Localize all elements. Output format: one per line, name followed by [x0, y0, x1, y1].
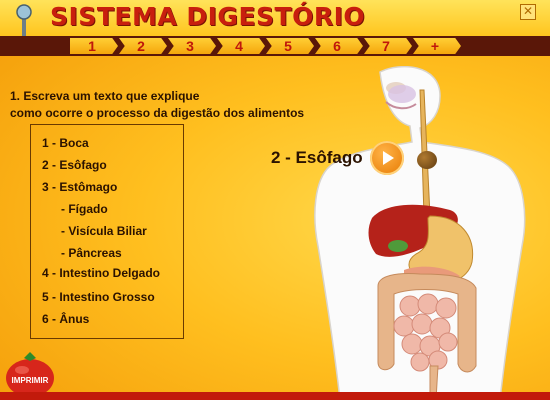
nav-tab-label: + [430, 38, 440, 54]
nav-tab-7[interactable]: 7 [364, 38, 412, 54]
nav-tab-label: 7 [382, 38, 390, 54]
question-line-1: 1. Escreva um texto que explique [10, 89, 200, 103]
question-line-2: como ocorre o processo da digestão dos a… [10, 106, 305, 120]
nav-tab-5[interactable]: 5 [266, 38, 314, 54]
nav-tab-label: 1 [88, 38, 96, 54]
nav-tab-label: 3 [186, 38, 194, 54]
nav-tab-label: 6 [333, 38, 341, 54]
organ-item-pancreas[interactable]: - Pâncreas [61, 246, 122, 260]
organ-item-intestino-delgado[interactable]: 4 - Intestino Delgado [42, 266, 160, 280]
organ-item-figado[interactable]: - Fígado [61, 202, 108, 216]
app-title: SISTEMA DIGESTÓRIO [50, 2, 366, 31]
selected-organ-label: 2 - Esôfago [271, 148, 363, 167]
nav-tab-2[interactable]: 2 [119, 38, 167, 54]
organ-item-estomago[interactable]: 3 - Estômago [42, 180, 117, 194]
organ-item-anus[interactable]: 6 - Ânus [42, 312, 89, 326]
nav-tab-label: 5 [284, 38, 292, 54]
close-button[interactable]: ✕ [520, 4, 536, 20]
tomato-print-icon [6, 352, 54, 397]
question-text: 1. Escreva um texto que explique como oc… [10, 88, 305, 122]
organ-item-esofago[interactable]: 2 - Esôfago [42, 158, 107, 172]
nav-tab-label: 2 [137, 38, 145, 54]
nav-tab-6[interactable]: 6 [315, 38, 363, 54]
bottom-bar [0, 392, 550, 400]
nav-tab-3[interactable]: 3 [168, 38, 216, 54]
play-icon[interactable] [370, 141, 404, 175]
app-window: SISTEMA DIGESTÓRIO ✕ 1 2 3 4 5 6 7 + 1. … [0, 0, 550, 400]
nav-tab-label: 4 [235, 38, 243, 54]
nav-tab-4[interactable]: 4 [217, 38, 265, 54]
print-button-label: IMPRIMIR [11, 376, 49, 385]
food-bolus [417, 151, 437, 169]
nav-tab-more[interactable]: + [413, 38, 461, 54]
organ-item-visicula-biliar[interactable]: - Visícula Biliar [61, 224, 147, 238]
print-button[interactable]: IMPRIMIR [2, 348, 58, 398]
digestive-system-illustration [314, 66, 526, 400]
nav-tabs: 1 2 3 4 5 6 7 + [70, 38, 462, 56]
organ-item-intestino-grosso[interactable]: 5 - Intestino Grosso [42, 290, 155, 304]
nav-tab-1[interactable]: 1 [70, 38, 118, 54]
organ-item-boca[interactable]: 1 - Boca [42, 136, 89, 150]
